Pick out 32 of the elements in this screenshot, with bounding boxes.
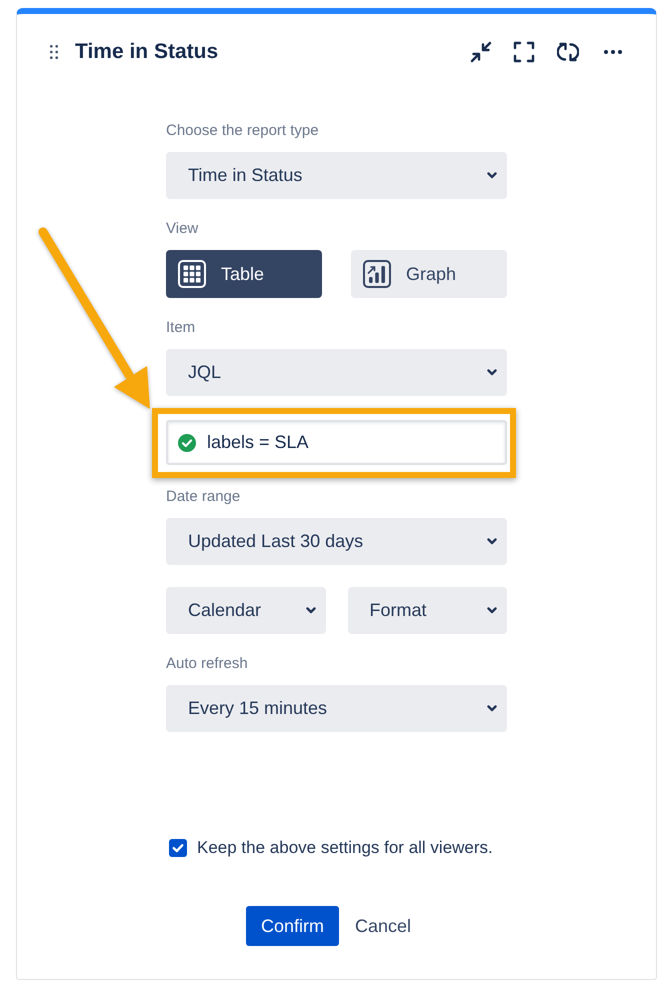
checkbox-label: Keep the above settings for all viewers. <box>197 838 493 858</box>
field-label: Auto refresh <box>166 655 249 673</box>
dropdown[interactable]: Time in Status <box>166 152 507 199</box>
dropdown[interactable]: Format <box>348 587 507 634</box>
dropdown[interactable]: JQL <box>166 349 507 396</box>
dropdown[interactable]: Every 15 minutes <box>166 685 507 732</box>
fullscreen-icon[interactable] <box>513 41 535 63</box>
dropdown[interactable]: Updated Last 30 days <box>166 518 507 565</box>
view-option-button[interactable]: Graph <box>351 250 507 298</box>
chevron-icon <box>306 607 316 614</box>
cancel-button[interactable]: Cancel <box>346 906 420 946</box>
drag-handle-icon[interactable] <box>50 45 58 59</box>
bar-chart-icon <box>363 260 391 288</box>
field-label: Item <box>166 319 196 337</box>
grid-icon <box>178 260 206 288</box>
chevron-icon <box>487 369 497 376</box>
query-input[interactable]: labels = SLA <box>166 420 507 465</box>
collapse-icon[interactable] <box>470 41 492 63</box>
chevron-icon <box>487 172 497 179</box>
confirm-button[interactable]: Confirm <box>246 906 339 946</box>
dropdown[interactable]: Calendar <box>166 587 326 634</box>
more-icon[interactable] <box>604 50 622 54</box>
chevron-icon <box>487 538 497 545</box>
field-label: Choose the report type <box>166 122 320 140</box>
checkbox[interactable] <box>169 839 187 857</box>
refresh-icon[interactable] <box>557 41 579 63</box>
chevron-icon <box>487 607 497 614</box>
widget-title: Time in Status <box>75 39 220 65</box>
chevron-icon <box>487 705 497 712</box>
field-label: View <box>166 220 200 238</box>
field-label: Date range <box>166 488 242 506</box>
view-option-button[interactable]: Table <box>166 250 322 298</box>
